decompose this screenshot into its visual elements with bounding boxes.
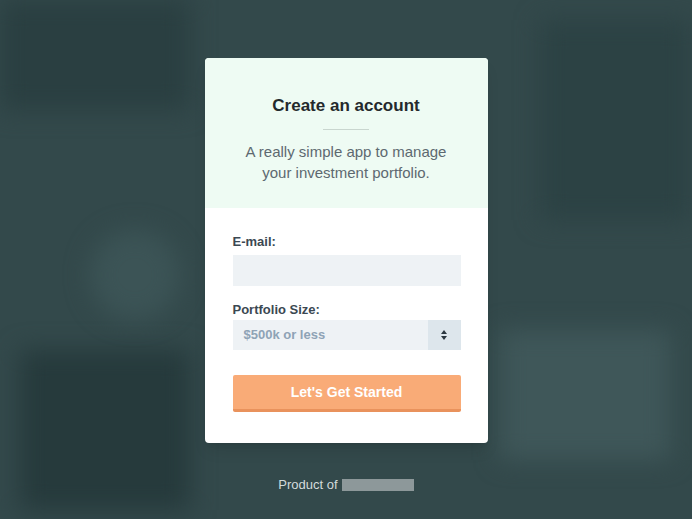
page: Create an account A really simple app to … bbox=[0, 0, 692, 519]
card-title: Create an account bbox=[272, 95, 419, 116]
brand-logo bbox=[342, 479, 414, 491]
signup-card: Create an account A really simple app to … bbox=[205, 58, 488, 443]
email-label: E-mail: bbox=[233, 234, 461, 250]
card-subtitle: A really simple app to manage your inves… bbox=[239, 141, 454, 183]
signup-form: E-mail: Portfolio Size: $500k or less Let's… bbox=[205, 208, 488, 443]
portfolio-value[interactable]: $500k or less bbox=[233, 320, 428, 350]
footer-text: Product of bbox=[278, 477, 337, 493]
card-header: Create an account A really simple app to … bbox=[205, 58, 488, 208]
email-input[interactable] bbox=[233, 255, 461, 286]
select-arrow[interactable] bbox=[428, 320, 461, 350]
title-divider bbox=[323, 129, 369, 130]
footer: Product of bbox=[278, 477, 413, 493]
portfolio-label: Portfolio Size: bbox=[233, 302, 461, 318]
portfolio-select[interactable]: $500k or less bbox=[233, 320, 461, 350]
get-started-button[interactable]: Let's Get Started bbox=[233, 375, 461, 412]
updown-icon bbox=[441, 330, 447, 340]
